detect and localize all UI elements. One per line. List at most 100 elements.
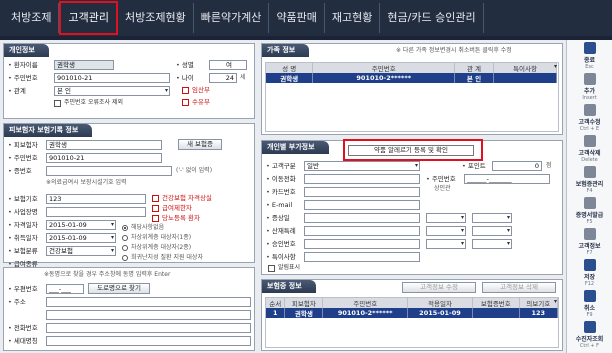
special-note-field[interactable] (304, 252, 420, 262)
top-nav-bar: 처방조제 고객관리 처방조제현황 빠른약가계산 약품판매 재고현황 현금/카드 … (0, 0, 612, 36)
symptom-date-field[interactable] (304, 213, 420, 223)
phone-field[interactable] (46, 323, 251, 333)
date-to-1[interactable] (472, 213, 512, 223)
relation-label: 관계 (8, 86, 26, 97)
cancel-toolbar-button[interactable]: 취소 F9 (567, 288, 612, 319)
new-insurance-button[interactable]: 새 보험증 (178, 139, 222, 150)
radio-nextlevel-1[interactable] (122, 235, 128, 241)
toolbar-shortcut: F7 (586, 250, 593, 256)
personal-info-panel: 개인정보 환자이름 권학생 성별 여 주민번호 901010-21 나이 24 … (3, 43, 255, 119)
tab-customer-management[interactable]: 고객관리 (59, 1, 118, 35)
family-info-title: 가족 정보 (262, 44, 310, 57)
customer-type-select[interactable]: 일반 (304, 161, 420, 171)
nursing-checkbox[interactable] (182, 99, 189, 106)
tab-drug-sales[interactable]: 약품판매 (269, 3, 325, 33)
date-from-3[interactable] (426, 239, 466, 249)
address-field-1[interactable] (46, 297, 251, 307)
date-from-1[interactable] (426, 213, 466, 223)
age-field[interactable]: 24 (209, 73, 237, 83)
lost-qualification-checkbox[interactable] (152, 195, 159, 202)
address-field-2[interactable] (46, 310, 251, 320)
rrn-field[interactable]: 901010-21 (54, 73, 170, 83)
card-no-field[interactable] (304, 187, 420, 197)
cert-no-label: 증번호 (8, 166, 32, 177)
acquire-date-field[interactable]: 2015-01-09 (46, 233, 116, 243)
gender-field[interactable]: 여 (209, 60, 247, 70)
toolbar-label: 고객정보 (578, 243, 601, 250)
diabetes-checkbox[interactable] (152, 215, 159, 222)
phone-label: 전화번호 (8, 323, 38, 334)
rrn2-field[interactable]: ______-_______ (464, 174, 550, 184)
address-note: ※동명으로 찾을 경우 주소창에 동명 입력후 Enter (44, 271, 171, 278)
tab-quick-price[interactable]: 빠른약가계산 (194, 3, 270, 33)
edit-customer-button[interactable]: 고객정보 수정 (402, 282, 476, 293)
toolbar-shortcut: F12 (584, 281, 595, 287)
insurance-code-field[interactable]: 123 (46, 194, 146, 204)
customer-info-toolbar-button[interactable]: 고객정보 F7 (567, 226, 612, 257)
workplace-field[interactable] (46, 207, 146, 217)
tab-inventory[interactable]: 재고현황 (325, 3, 381, 33)
notify-label: 알림표시 (278, 264, 301, 271)
industrial-label: 산재특례 (266, 226, 296, 237)
insurance-type-label: 보험분류 (8, 246, 38, 257)
toolbar-shortcut: F9 (586, 312, 593, 318)
insurance-manage-icon (583, 166, 596, 178)
insurance-card-title: 보험증 정보 (262, 280, 316, 293)
date-to-2[interactable] (472, 226, 512, 236)
toolbar-label: 보험증관리 (575, 181, 604, 188)
save-toolbar-button[interactable]: 저장 F12 (567, 257, 612, 288)
highlight-box (343, 139, 483, 161)
zip-field[interactable]: ___-___ (46, 284, 84, 294)
email-field[interactable] (304, 200, 420, 210)
close-toolbar-button[interactable]: 종료 Esc (567, 40, 612, 71)
approval-no-field[interactable] (304, 239, 420, 249)
approval-no-label: 승인번호 (266, 239, 296, 250)
certificate-toolbar-button[interactable]: 증명서발급 F5 (567, 195, 612, 226)
date-from-2[interactable] (426, 226, 466, 236)
qualify-date-field[interactable]: 2015-01-09 (46, 220, 116, 230)
family-row-relation: 본 인 (454, 73, 494, 83)
insurance-manage-toolbar-button[interactable]: 보험증관리 F4 (567, 164, 612, 195)
insurance-type-select[interactable]: 건강보험 (46, 246, 116, 256)
insured-rrn-field[interactable]: 901010-21 (46, 153, 162, 163)
notify-checkbox[interactable] (268, 265, 275, 272)
point-field[interactable]: 0 (492, 161, 542, 171)
diabetes-label: 당뇨등록 환자 (162, 214, 200, 222)
zip-label: 우편번호 (8, 284, 38, 295)
pregnant-checkbox[interactable] (182, 87, 189, 94)
mobile-field[interactable] (304, 174, 420, 184)
radio-none[interactable] (122, 225, 128, 231)
right-toolbar: 종료 Esc 추가 Insert 고객수정 Ctrl + E 고객삭제 Delete 보험증관리… (566, 40, 612, 353)
delete-customer-button[interactable]: 고객정보 삭제 (482, 282, 556, 293)
tab-prescription-status[interactable]: 처방조제현황 (118, 3, 194, 33)
rrn-exclude-checkbox[interactable] (54, 100, 61, 107)
tab-card-approval[interactable]: 현금/카드 승인관리 (380, 3, 484, 33)
road-address-search-button[interactable]: 도로명으로 찾기 (88, 283, 150, 294)
radio-rare-disease[interactable] (122, 255, 128, 261)
delete-customer-toolbar-button[interactable]: 고객삭제 Delete (567, 133, 612, 164)
tab-prescription[interactable]: 처방조제 (4, 3, 60, 33)
household-field[interactable] (46, 336, 251, 346)
customer-info-icon (583, 228, 596, 240)
table-row[interactable]: 1 권학생 901010-2****** 2015-01-09 123 (266, 308, 558, 318)
radio-none-label: 해당사항없음 (131, 224, 165, 231)
benefit-limited-checkbox[interactable] (152, 205, 159, 212)
family-table: 성 명 주민번호 관 계 특이사항 권학생 901010-2****** 본 인 (265, 62, 559, 132)
ins-row-insured: 권학생 (284, 308, 324, 318)
insured-name-field[interactable]: 권학생 (46, 140, 162, 150)
date-to-3[interactable] (472, 239, 512, 249)
industrial-field[interactable] (304, 226, 420, 236)
family-col-relation: 관 계 (454, 63, 494, 73)
mobile-label: 이동전화 (266, 174, 296, 185)
add-toolbar-button[interactable]: 추가 Insert (567, 71, 612, 102)
ins-row-rrn: 901010-2****** (322, 308, 409, 318)
radio-nextlevel-2[interactable] (122, 245, 128, 251)
cert-no-field[interactable] (46, 166, 172, 176)
table-row[interactable]: 권학생 901010-2****** 본 인 (266, 73, 558, 83)
name-field[interactable]: 권학생 (54, 60, 114, 70)
relation-select[interactable]: 본 인 (54, 86, 170, 96)
toolbar-shortcut: F4 (586, 188, 593, 194)
edit-customer-toolbar-button[interactable]: 고객수정 Ctrl + E (567, 102, 612, 133)
patient-lookup-toolbar-button[interactable]: 수진자조회 Ctrl + F (567, 319, 612, 350)
family-col-memo: 특이사항 (493, 63, 558, 73)
